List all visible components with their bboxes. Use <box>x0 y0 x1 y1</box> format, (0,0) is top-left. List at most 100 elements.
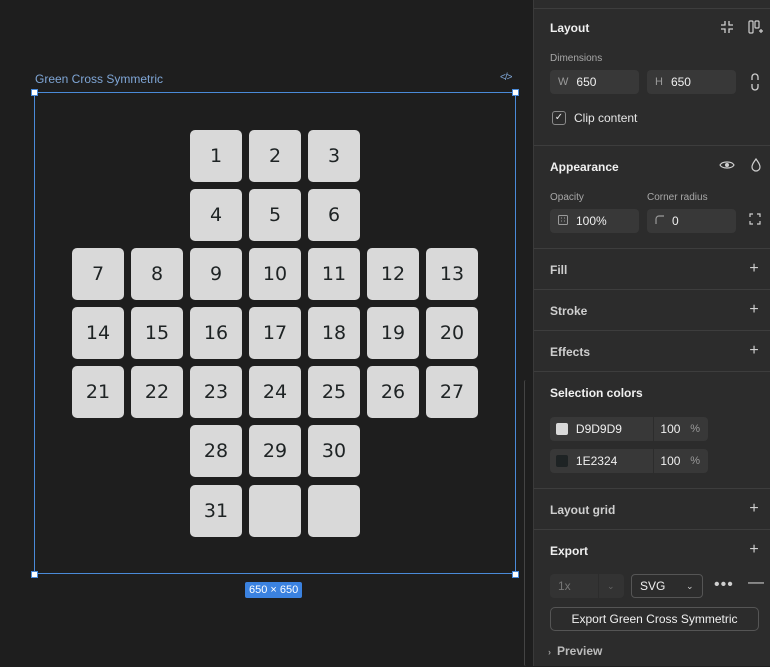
color-opacity[interactable]: 100 <box>660 454 686 468</box>
resize-handle-bottom-left[interactable] <box>31 571 38 578</box>
number-tile[interactable]: 12 <box>367 248 419 300</box>
corner-radius-field[interactable]: 0 <box>647 209 736 233</box>
remove-export-icon[interactable]: — <box>748 574 764 592</box>
size-badge: 650 × 650 <box>245 582 303 598</box>
constrain-proportions-icon[interactable] <box>748 73 762 94</box>
opacity-field[interactable]: 100% <box>550 209 639 233</box>
number-tile[interactable]: 2 <box>249 130 301 182</box>
number-tile[interactable]: 3 <box>308 130 360 182</box>
export-button[interactable]: Export Green Cross Symmetric <box>550 607 759 631</box>
export-section: Export + 1x ⌄ SVG ⌄ ••• — Export Green C… <box>534 529 770 667</box>
number-tile[interactable] <box>308 485 360 537</box>
number-tile[interactable]: 23 <box>190 366 242 418</box>
number-tile[interactable]: 28 <box>190 425 242 477</box>
number-tile[interactable]: 10 <box>249 248 301 300</box>
height-field[interactable]: H 650 <box>647 70 736 94</box>
clip-content-label: Clip content <box>574 111 638 125</box>
number-tile[interactable]: 6 <box>308 189 360 241</box>
color-swatch[interactable] <box>556 423 568 435</box>
opacity-icon <box>558 214 568 228</box>
canvas[interactable]: Green Cross Symmetric </> 1 2 3 4 5 6 7 8 9 10 11 1… <box>0 0 533 666</box>
export-scale-select[interactable]: 1x ⌄ <box>550 574 624 598</box>
number-tile[interactable]: 29 <box>249 425 301 477</box>
number-tile[interactable]: 25 <box>308 366 360 418</box>
corner-radius-icon <box>655 215 664 227</box>
frame-name-label[interactable]: Green Cross Symmetric <box>35 72 163 86</box>
eye-icon[interactable] <box>719 159 735 174</box>
number-tile[interactable]: 21 <box>72 366 124 418</box>
export-format-value: SVG <box>640 579 666 593</box>
canvas-scrollbar[interactable] <box>524 380 528 666</box>
number-tile[interactable]: 19 <box>367 307 419 359</box>
color-hex[interactable]: D9D9D9 <box>576 422 653 436</box>
stroke-section: Stroke + <box>534 289 770 331</box>
layout-grid-title: Layout grid <box>550 503 616 517</box>
auto-layout-icon[interactable] <box>748 20 764 37</box>
resize-handle-top-right[interactable] <box>512 89 519 96</box>
number-tile[interactable] <box>249 485 301 537</box>
number-tile[interactable]: 17 <box>249 307 301 359</box>
chevron-down-icon: ⌄ <box>598 574 615 598</box>
chevron-right-icon: › <box>548 647 551 657</box>
resize-handle-bottom-right[interactable] <box>512 571 519 578</box>
add-export-button[interactable]: + <box>747 542 761 558</box>
number-tile[interactable]: 15 <box>131 307 183 359</box>
collapse-icon[interactable] <box>720 20 734 37</box>
number-tile[interactable]: 22 <box>131 366 183 418</box>
preview-toggle[interactable]: › Preview <box>548 644 602 658</box>
number-tile[interactable]: 26 <box>367 366 419 418</box>
selection-colors-section: Selection colors D9D9D9 100 % 1E2324 100… <box>534 371 770 489</box>
add-effect-button[interactable]: + <box>747 343 761 359</box>
preview-label: Preview <box>557 644 603 658</box>
layout-section: Layout Dimensions W 650 H 650 ✓ Clip con… <box>534 8 770 146</box>
export-format-select[interactable]: SVG ⌄ <box>631 574 703 598</box>
opacity-unit: % <box>690 423 701 435</box>
width-prefix: W <box>558 76 569 88</box>
color-swatch[interactable] <box>556 455 568 467</box>
number-tile[interactable]: 16 <box>190 307 242 359</box>
more-options-icon[interactable]: ••• <box>714 576 734 594</box>
number-tile[interactable]: 20 <box>426 307 478 359</box>
blend-mode-icon[interactable] <box>750 157 762 175</box>
number-tile[interactable]: 31 <box>190 485 242 537</box>
height-value: 650 <box>670 75 691 89</box>
opacity-label: Opacity <box>550 192 584 203</box>
fill-title: Fill <box>550 263 568 277</box>
number-tile[interactable]: 9 <box>190 248 242 300</box>
number-tile[interactable]: 8 <box>131 248 183 300</box>
width-field[interactable]: W 650 <box>550 70 639 94</box>
number-tile[interactable]: 24 <box>249 366 301 418</box>
selection-colors-title: Selection colors <box>550 386 643 400</box>
number-tile[interactable]: 18 <box>308 307 360 359</box>
appearance-section: Appearance Opacity Corner radius 100% 0 <box>534 145 770 249</box>
effects-section: Effects + <box>534 330 770 372</box>
number-tile[interactable]: 4 <box>190 189 242 241</box>
height-prefix: H <box>655 76 663 88</box>
independent-corners-icon[interactable] <box>749 213 761 228</box>
number-tile[interactable]: 1 <box>190 130 242 182</box>
add-stroke-button[interactable]: + <box>747 302 761 318</box>
selection-color-row[interactable]: 1E2324 100 % <box>550 449 708 473</box>
clip-content-checkbox[interactable]: ✓ <box>552 111 566 125</box>
selection-color-row[interactable]: D9D9D9 100 % <box>550 417 708 441</box>
number-tile[interactable]: 7 <box>72 248 124 300</box>
add-layout-grid-button[interactable]: + <box>747 501 761 517</box>
number-tile[interactable]: 5 <box>249 189 301 241</box>
code-icon[interactable]: </> <box>500 72 513 83</box>
add-fill-button[interactable]: + <box>747 261 761 277</box>
corner-radius-label: Corner radius <box>647 192 708 203</box>
properties-panel: Layout Dimensions W 650 H 650 ✓ Clip con… <box>533 0 770 666</box>
number-tile[interactable]: 27 <box>426 366 478 418</box>
opacity-unit: % <box>690 455 701 467</box>
layout-title: Layout <box>550 21 590 35</box>
number-tile[interactable]: 14 <box>72 307 124 359</box>
appearance-title: Appearance <box>550 160 619 174</box>
chevron-down-icon: ⌄ <box>686 580 694 591</box>
number-tile[interactable]: 11 <box>308 248 360 300</box>
resize-handle-top-left[interactable] <box>31 89 38 96</box>
color-hex[interactable]: 1E2324 <box>576 454 653 468</box>
effects-title: Effects <box>550 345 591 359</box>
number-tile[interactable]: 13 <box>426 248 478 300</box>
color-opacity[interactable]: 100 <box>660 422 686 436</box>
number-tile[interactable]: 30 <box>308 425 360 477</box>
